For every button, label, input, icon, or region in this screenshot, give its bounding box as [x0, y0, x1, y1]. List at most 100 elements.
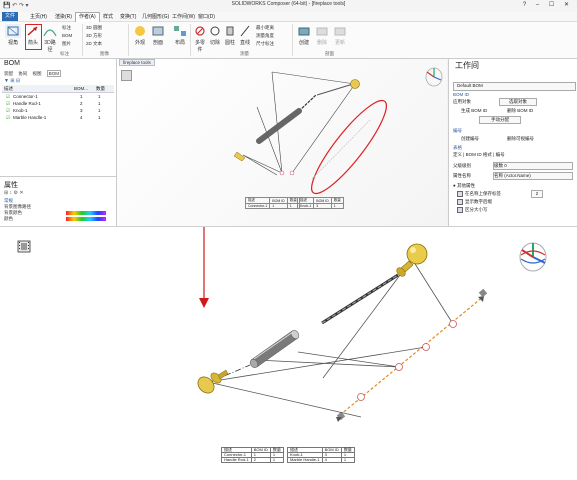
mini-cell: 1 [269, 203, 288, 209]
ribbon-cut-button[interactable]: 切除 [208, 24, 222, 46]
ribbon-create-button[interactable]: 创建 [296, 24, 312, 46]
menu-author[interactable]: 作者(A) [75, 12, 100, 22]
ribbon-appearance-button[interactable]: 外观 [132, 24, 148, 46]
row-id: 4 [80, 115, 83, 120]
attr-select[interactable]: 名称 (Actor.Name) [493, 172, 573, 180]
tab-bom[interactable]: BOM [46, 70, 62, 77]
ribbon-update-button[interactable]: 更新 [332, 24, 348, 46]
prop-row[interactable]: 颜色 [4, 216, 13, 222]
table-row[interactable]: ☑ Marble Handle-1 4 1 [2, 114, 114, 121]
divider [0, 176, 116, 177]
attr-label: 属性名称 [453, 173, 471, 178]
section-bom-id: BOM ID [453, 92, 470, 97]
ribbon-cylinder-button[interactable]: 圆柱 [223, 24, 237, 46]
menu-geometry[interactable]: 几何图形(G) [142, 13, 169, 20]
menu-file[interactable]: 文件 [2, 12, 19, 21]
properties-title: 属性 [4, 182, 18, 189]
ribbon-row-dimension[interactable]: 尺寸标注 [256, 41, 274, 47]
table-cell: Handle Rod-1 [221, 457, 252, 463]
highlight-box [25, 24, 42, 50]
ribbon-row-2dtext[interactable]: 2D 文本 [86, 41, 102, 47]
menu-style[interactable]: 样式 [103, 13, 113, 20]
ribbon-separator [292, 24, 293, 56]
menu-window[interactable]: 窗口(D) [198, 13, 215, 20]
ribbon-row-3dcircle[interactable]: 3D 圆圈 [86, 25, 102, 31]
checkbox-icon[interactable] [457, 207, 463, 213]
color-gradient[interactable] [66, 217, 106, 221]
menu-transform[interactable]: 变换(T) [120, 13, 136, 20]
ribbon-row-bom[interactable]: BOM [62, 33, 72, 38]
manual-assign-button[interactable]: 手动分配 [479, 116, 521, 124]
table-row[interactable]: ☑ Connector-1 1 1 [2, 93, 114, 100]
table-cell: Marble Handle-1 [287, 457, 323, 463]
bom-selector[interactable]: Default BOM [453, 82, 576, 91]
ribbon-3dpath-button[interactable]: 3D路径 [42, 24, 58, 53]
ribbon-row-3dsquare[interactable]: 3D 方形 [86, 33, 102, 39]
checkbox-icon[interactable]: ☑ [6, 115, 10, 121]
table-row[interactable]: ☑ Handle Rod-1 2 1 [2, 100, 114, 107]
ribbon-layout-button[interactable]: 布局 [172, 24, 188, 46]
create-number[interactable]: 创建编号 [461, 136, 479, 142]
select-objects-button[interactable]: 选取对象 [499, 98, 537, 106]
checkbox-icon[interactable] [457, 191, 463, 197]
ribbon-row-picture[interactable]: 图片 [62, 41, 71, 47]
other-attrs-radio[interactable]: ● 其他属性 [453, 183, 475, 189]
tab-assembly[interactable]: 装配 [4, 71, 13, 76]
row-qty: 1 [98, 94, 101, 99]
menu-home[interactable]: 主页(H) [30, 13, 47, 20]
ribbon-delete-button[interactable]: 删除 [314, 24, 330, 46]
leader-line [322, 258, 413, 379]
ribbon-label: 切除 [209, 40, 220, 46]
generate-bom-id[interactable]: 生成 BOM ID [461, 108, 487, 114]
ribbon-view-button[interactable]: 视角 [4, 24, 22, 46]
ribbon-section-button[interactable]: 剖面 [150, 24, 166, 46]
cut-icon [209, 24, 221, 38]
axis-point [395, 363, 403, 371]
check-case[interactable]: 区分大小写 [457, 207, 488, 213]
check-save-label[interactable]: 在名称上保存标签 [457, 191, 501, 197]
count-input[interactable]: 2 [531, 190, 543, 198]
level-value: 级数 0 [494, 163, 507, 168]
connector-part [197, 369, 229, 394]
ribbon-line-button[interactable]: 直线 [238, 24, 252, 46]
col-description: 描述 [4, 86, 13, 91]
knob-part [396, 243, 428, 277]
tab-bom-format[interactable]: BOM ID 格式 [466, 152, 492, 157]
ribbon-label: 多零件 [194, 40, 205, 53]
menu-workshop[interactable]: 工作间(W) [172, 13, 195, 20]
tab-collab[interactable]: 协同 [18, 71, 27, 76]
table-tabs: 定义 | BOM ID 格式 | 编号 [453, 152, 505, 157]
bom-toolbar[interactable]: ▼ ⊞ ⊟ [4, 78, 20, 84]
color-gradient[interactable] [66, 211, 106, 215]
ribbon-multipart-button[interactable]: 多零件 [193, 24, 207, 53]
row-id: 1 [80, 94, 83, 99]
delete-bom-id[interactable]: 删除 BOM ID [507, 108, 533, 114]
ribbon-label: 3D路径 [44, 40, 56, 53]
view-cube-icon[interactable] [424, 66, 444, 88]
checkbox-icon[interactable] [457, 199, 463, 205]
create-section-icon [296, 24, 312, 38]
ribbon: 视角 箭头 3D路径 标注 BOM 图片 3D 圆圈 3D 方形 2D 文本 外… [0, 22, 577, 59]
select-objects-label: 选取对象 [509, 99, 527, 104]
mini-cell: Knob-1 [296, 203, 315, 209]
table-row[interactable]: ☑ Knob-1 3 1 [2, 107, 114, 114]
menu-render[interactable]: 渲染(R) [55, 13, 72, 20]
level-select[interactable]: 级数 0 [493, 162, 573, 170]
check-suffix[interactable]: 显示数字后缀 [457, 199, 492, 205]
properties-toolbar[interactable]: ⊞ ↕ ⚙ ✕ [4, 190, 24, 196]
bom-table-right: 描述 BOM ID 数量 Knob-1 3 1 Marble Handle-1 … [287, 447, 355, 463]
delete-visible-number[interactable]: 删除可视编号 [507, 136, 534, 142]
tab-definition[interactable]: 定义 [453, 152, 462, 157]
window-controls[interactable]: ? – ☐ ✕ [523, 1, 573, 8]
viewport-3d[interactable]: fireplace tools 描述 BOM ID 数量 Connector-1 1 1… [117, 59, 447, 226]
count-value: 2 [535, 191, 539, 196]
attr-value: 名称 (Actor.Name) [494, 173, 531, 178]
ribbon-row-min-distance[interactable]: 最小距离 [256, 25, 274, 31]
ribbon-row-callout[interactable]: 标注 [62, 25, 71, 31]
exploded-assembly-diagram[interactable] [0, 227, 577, 480]
ribbon-row-angle[interactable]: 测量角度 [256, 33, 274, 39]
tab-view[interactable]: 视图 [33, 71, 42, 76]
mini-cell: Connector-1 [244, 203, 271, 209]
path-icon [42, 24, 58, 38]
tab-numbering[interactable]: 编号 [496, 152, 505, 157]
